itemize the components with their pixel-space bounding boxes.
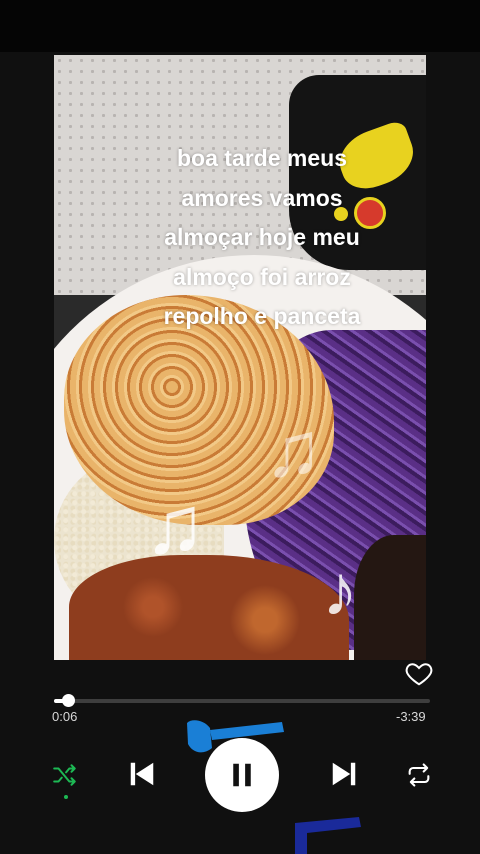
next-button[interactable] [322, 752, 366, 796]
remaining-time: -3:39 [396, 709, 426, 724]
progress-thumb[interactable] [61, 694, 75, 707]
elapsed-time: 0:06 [52, 709, 78, 724]
repeat-icon [408, 763, 430, 787]
progress-bar[interactable] [54, 694, 430, 707]
caption-line: amores vamos [181, 184, 343, 211]
heart-outline-icon [405, 663, 433, 686]
top-bar [0, 0, 480, 52]
repeat-button[interactable] [402, 760, 436, 790]
shuffle-active-indicator [64, 795, 68, 799]
music-note-icon [187, 720, 284, 753]
skip-previous-icon [130, 762, 154, 786]
music-note-icon [295, 817, 361, 854]
caption-line: almoçar hoje meu [164, 224, 360, 250]
like-button[interactable] [404, 658, 434, 688]
shuffle-button[interactable] [50, 760, 80, 790]
music-note-icon: ♫ [264, 405, 323, 493]
shuffle-icon [53, 764, 76, 786]
music-note-icon: ♪ [322, 551, 358, 631]
caption-line: boa tarde meus [177, 145, 347, 171]
previous-button[interactable] [120, 752, 164, 796]
video-frame[interactable]: boa tarde meus amores vamos almoçar hoje… [54, 55, 426, 660]
video-caption: boa tarde meus amores vamos almoçar hoje… [112, 139, 412, 337]
caption-line: almoço foi arroz [173, 263, 351, 290]
music-note-icon: ♫ [144, 480, 206, 571]
caption-line: repolho e panceta [163, 303, 361, 329]
photo-beans [354, 535, 426, 660]
skip-next-icon [332, 762, 356, 786]
